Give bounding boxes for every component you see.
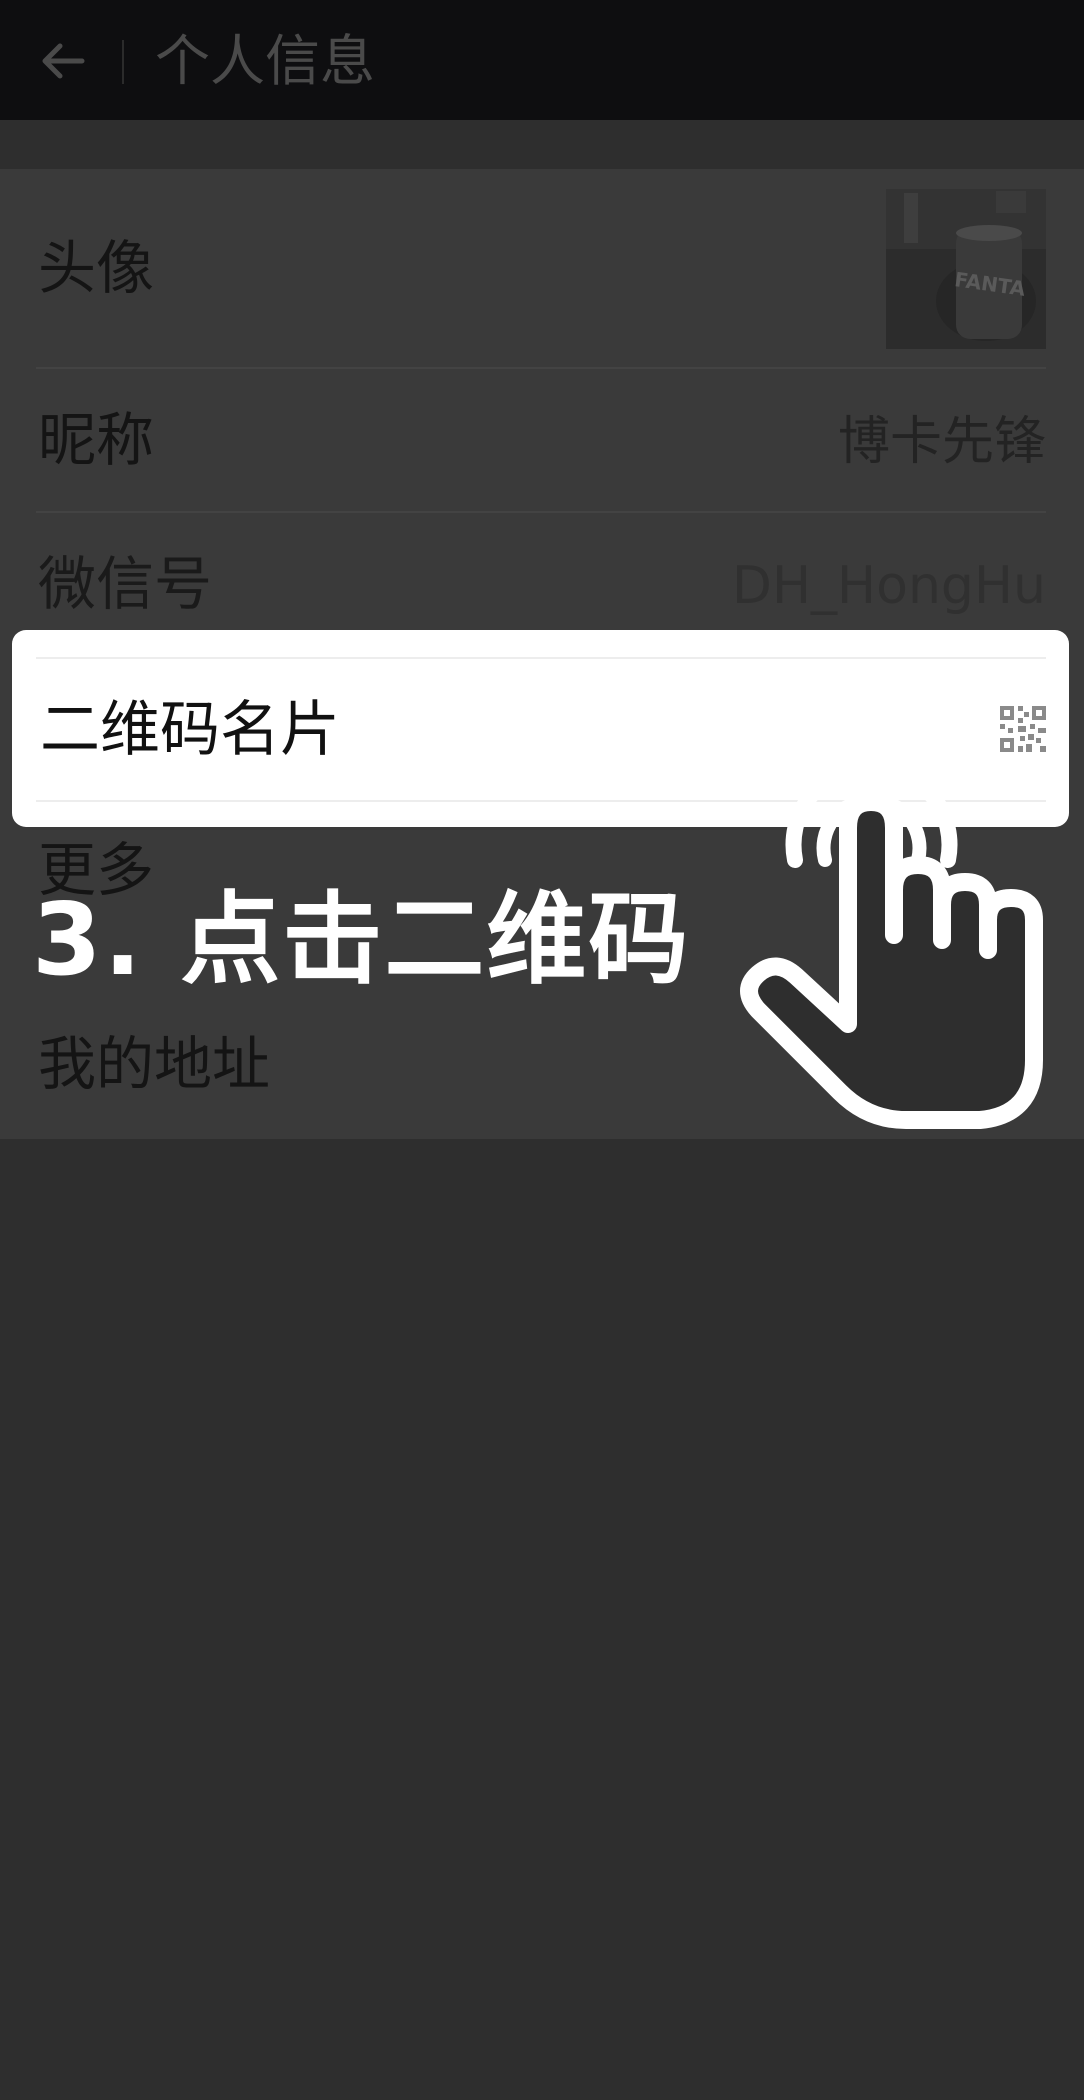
wechat-id-value: DH_HongHu bbox=[731, 556, 1046, 616]
list-item-avatar[interactable]: 头像 FANTA bbox=[0, 169, 1084, 369]
screen: 个人信息 头像 FANTA 昵称 博卡先锋 微信号 DH_HongHu 更多 我… bbox=[0, 0, 1084, 2100]
divider bbox=[36, 657, 1046, 659]
row-label: 昵称 bbox=[38, 406, 155, 474]
row-label: 微信号 bbox=[38, 550, 213, 618]
avatar[interactable]: FANTA bbox=[886, 189, 1046, 349]
row-label: 我的地址 bbox=[38, 1030, 271, 1098]
tap-hand-icon bbox=[740, 758, 1043, 1129]
list-item-wechat-id[interactable]: 微信号 DH_HongHu bbox=[0, 513, 1084, 643]
page-title: 个人信息 bbox=[155, 29, 376, 93]
step-caption: 3. 点击二维码 bbox=[32, 881, 691, 998]
top-bar: 个人信息 bbox=[0, 0, 1084, 120]
topbar-divider bbox=[122, 40, 124, 84]
qr-card-label: 二维码名片 bbox=[40, 695, 340, 765]
avatar-image: FANTA bbox=[886, 189, 1046, 349]
list-item-nickname[interactable]: 昵称 博卡先锋 bbox=[0, 369, 1084, 511]
nickname-value: 博卡先锋 bbox=[837, 412, 1046, 472]
row-label: 头像 bbox=[38, 234, 155, 302]
back-arrow-icon[interactable] bbox=[38, 36, 88, 86]
